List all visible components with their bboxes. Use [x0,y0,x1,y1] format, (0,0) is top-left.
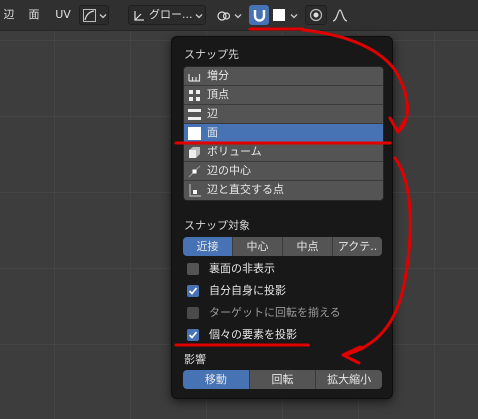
affect-rotate[interactable]: 回転 [249,370,317,389]
affect-move[interactable]: 移動 [183,370,250,389]
chevron-down-icon [234,14,242,19]
snap-with-active[interactable]: アクテ.. [333,237,382,256]
affect-scale[interactable]: 拡大縮小 [316,370,382,389]
viewport-header: 辺 面 UV グロー... [0,0,478,31]
snap-with-heading: スナップ対象 [184,219,250,232]
snap-target-dropdown[interactable] [270,5,300,25]
checkbox-box [187,285,199,297]
pivot-icon [217,11,231,21]
affect-segmented: 移動 回転 拡大縮小 [183,370,382,389]
falloff-dropdown[interactable] [329,5,357,25]
edge-perpendicular-icon [189,184,201,197]
proportional-editing-icon [309,8,323,22]
snap-to-vertex[interactable]: 頂点 [184,86,383,105]
snap-to-face[interactable]: 面 [184,124,383,143]
snapping-popover: スナップ先 増分 頂点 辺 面 ボリューム 辺の中心 辺と直交する点 スナップ対… [171,36,393,399]
checkbox-box [187,263,199,275]
affect-heading: 影響 [184,353,206,366]
orientation-axes-icon [134,11,144,21]
face-select-button[interactable]: 面 [24,5,44,25]
uv-menu-button[interactable]: UV [50,5,76,25]
volume-icon [189,147,200,158]
snap-with-closest[interactable]: 近接 [183,237,233,256]
snap-with-median[interactable]: 中点 [283,237,333,256]
orientation-label: グロー... [149,8,193,21]
chevron-down-icon [195,14,203,19]
falloff-curve-icon [332,9,348,22]
pivot-point-dropdown[interactable] [214,5,244,25]
snap-with-center[interactable]: 中心 [233,237,283,256]
snap-to-volume[interactable]: ボリューム [184,143,383,162]
snap-to-list: 増分 頂点 辺 面 ボリューム 辺の中心 辺と直交する点 [183,66,384,201]
snap-to-vertex-label: 頂点 [207,88,229,101]
snap-to-heading: スナップ先 [184,48,239,61]
chevron-down-icon [290,14,298,19]
curve-icon [83,9,96,22]
snap-to-increment-label: 増分 [207,69,229,82]
checkbox-box [187,329,199,341]
snap-to-edge-center-label: 辺の中心 [207,164,251,177]
edge-select-button[interactable]: 辺 [0,5,18,25]
snap-to-edge[interactable]: 辺 [184,105,383,124]
snap-to-volume-label: ボリューム [207,145,262,158]
magnet-icon [253,10,266,22]
face-icon [188,127,201,140]
vertex-icon [189,90,200,101]
project-onto-self-label: 自分自身に投影 [209,284,286,297]
snap-toggle-button[interactable] [249,5,269,25]
snap-to-edge-perpendicular[interactable]: 辺と直交する点 [184,181,383,200]
backface-culling-label: 裏面の非表示 [209,262,275,275]
snap-to-edge-center[interactable]: 辺の中心 [184,162,383,181]
checkbox-box [187,307,199,319]
snap-to-edge-perpendicular-label: 辺と直交する点 [207,183,284,196]
chevron-down-icon [99,14,107,19]
checkmark-icon [188,287,198,295]
proportional-editing-button[interactable] [305,5,327,25]
view-mode-dropdown[interactable] [79,5,109,25]
align-rotation-label: ターゲットに回転を揃える [209,306,341,319]
snap-to-increment[interactable]: 増分 [184,67,383,86]
snap-to-face-label: 面 [207,126,218,139]
project-individual-elements-label: 個々の要素を投影 [209,328,297,341]
checkmark-icon [188,331,198,339]
snap-with-segmented: 近接 中心 中点 アクテ.. [183,237,382,256]
face-snap-icon [273,9,285,21]
snap-to-edge-label: 辺 [207,107,218,120]
edge-center-icon [188,165,201,178]
transform-orientation-dropdown[interactable]: グロー... [128,5,206,25]
increment-icon [188,74,201,82]
edge-icon [188,109,201,120]
